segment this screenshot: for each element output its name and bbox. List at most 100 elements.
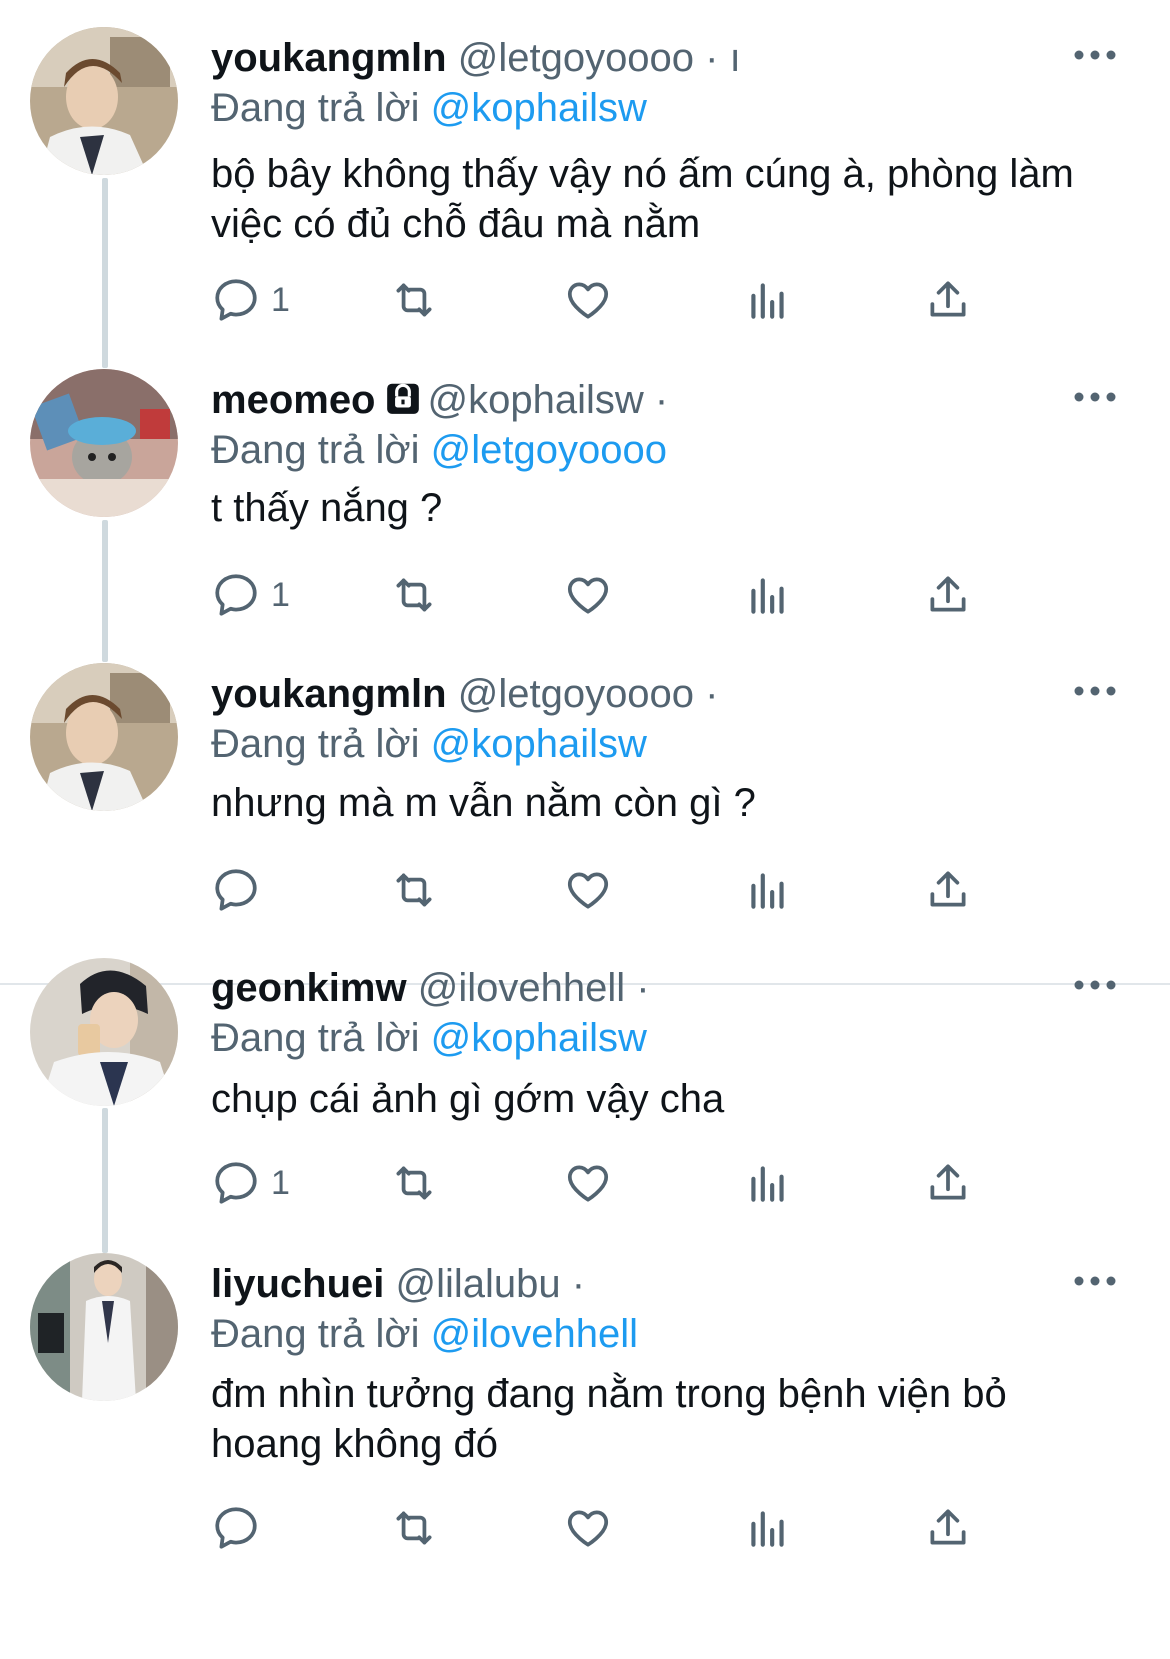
thread-line xyxy=(102,1108,108,1253)
reply-icon xyxy=(215,869,257,911)
like-button[interactable] xyxy=(563,1498,613,1558)
tweet-header: youkangmln @letgoyoooo · xyxy=(211,669,719,719)
user-avatar[interactable] xyxy=(30,663,178,811)
retweet-icon xyxy=(396,578,432,612)
analytics-icon xyxy=(751,1166,784,1202)
user-handle[interactable]: @kophailsw xyxy=(428,378,644,422)
display-name[interactable]: meomeo xyxy=(211,378,376,422)
reply-button[interactable]: 1 xyxy=(211,1153,290,1213)
doctor-photo-avatar-icon xyxy=(30,663,178,811)
reply-button[interactable]: 1 xyxy=(211,270,290,330)
more-options-icon[interactable] xyxy=(1072,683,1118,699)
like-button[interactable] xyxy=(563,270,613,330)
meta-separator: · xyxy=(705,672,719,716)
retweet-icon xyxy=(396,1166,432,1200)
tweet-actions: 1 xyxy=(211,565,1031,625)
retweet-button[interactable] xyxy=(389,565,439,625)
mention-link[interactable]: @kophailsw xyxy=(431,722,647,766)
more-options-icon[interactable] xyxy=(1072,977,1118,993)
doctor-drinking-avatar-icon xyxy=(30,958,178,1106)
like-button[interactable] xyxy=(563,565,613,625)
display-name[interactable]: youkangmln xyxy=(211,36,447,80)
tweet-text: nhưng mà m vẫn nằm còn gì ? xyxy=(211,781,756,825)
heart-icon xyxy=(567,577,609,614)
analytics-button[interactable] xyxy=(743,1498,793,1558)
user-handle[interactable]: @lilalubu xyxy=(396,1262,561,1306)
retweet-icon xyxy=(396,1511,432,1545)
replying-to-label: Đang trả lời xyxy=(211,428,420,472)
doctor-standing-avatar-icon xyxy=(30,1253,178,1401)
reply-button[interactable]: 1 xyxy=(211,565,290,625)
analytics-button[interactable] xyxy=(743,860,793,920)
reply-button[interactable] xyxy=(211,860,271,920)
tweet-header: liyuchuei @lilalubu · xyxy=(211,1259,585,1309)
thread-line xyxy=(102,178,108,368)
retweet-button[interactable] xyxy=(389,1153,439,1213)
display-name[interactable]: youkangmln xyxy=(211,672,447,716)
user-avatar[interactable] xyxy=(30,27,178,175)
like-button[interactable] xyxy=(563,1153,613,1213)
tweet-text: bộ bây không thấy vậy nó ấm cúng à, phòn… xyxy=(211,152,1074,246)
lock-icon xyxy=(386,384,419,415)
tweet-actions: 1 xyxy=(211,270,1031,330)
analytics-icon xyxy=(751,578,784,614)
user-avatar[interactable] xyxy=(30,1253,178,1401)
heart-icon xyxy=(567,1165,609,1202)
reply-button[interactable] xyxy=(211,1498,271,1558)
share-button[interactable] xyxy=(923,860,973,920)
like-button[interactable] xyxy=(563,860,613,920)
mention-link[interactable]: @kophailsw xyxy=(431,1016,647,1060)
replying-to: Đang trả lời @kophailsw xyxy=(211,719,647,769)
share-button[interactable] xyxy=(923,565,973,625)
user-avatar[interactable] xyxy=(30,369,178,517)
reply-icon xyxy=(215,1162,257,1204)
meta-separator: · xyxy=(571,1262,586,1306)
replying-to: Đang trả lời @letgoyoooo xyxy=(211,425,667,475)
reply-count: 1 xyxy=(271,575,290,614)
replying-to: Đang trả lời @ilovehhell xyxy=(211,1309,638,1359)
analytics-icon xyxy=(751,873,784,909)
analytics-icon xyxy=(751,1511,784,1547)
tweet-actions xyxy=(211,1498,1031,1558)
doctor-photo-avatar-icon xyxy=(30,27,178,175)
share-icon xyxy=(930,281,966,317)
mention-link[interactable]: @kophailsw xyxy=(431,86,647,130)
user-handle[interactable]: @letgoyoooo xyxy=(458,672,694,716)
tweet-text: t thấy nắng ? xyxy=(211,486,443,530)
more-options-icon[interactable] xyxy=(1072,47,1118,63)
user-avatar[interactable] xyxy=(30,958,178,1106)
user-handle[interactable]: @ilovehhell xyxy=(418,966,625,1010)
retweet-icon xyxy=(396,283,432,317)
reply-icon xyxy=(215,1507,257,1549)
share-icon xyxy=(930,871,966,907)
retweet-button[interactable] xyxy=(389,860,439,920)
cat-photo-avatar-icon xyxy=(30,369,178,517)
display-name[interactable]: geonkimw xyxy=(211,966,407,1010)
analytics-button[interactable] xyxy=(743,1153,793,1213)
share-button[interactable] xyxy=(923,1498,973,1558)
tweet-text: chụp cái ảnh gì gớm vậy cha xyxy=(211,1077,725,1121)
reply-count: 1 xyxy=(271,280,290,319)
heart-icon xyxy=(567,1510,609,1547)
replying-to-label: Đang trả lời xyxy=(211,1016,420,1060)
retweet-icon xyxy=(396,873,432,907)
user-handle[interactable]: @letgoyoooo xyxy=(458,36,694,80)
analytics-button[interactable] xyxy=(743,565,793,625)
retweet-button[interactable] xyxy=(389,270,439,330)
retweet-button[interactable] xyxy=(389,1498,439,1558)
share-icon xyxy=(930,1509,966,1545)
display-name[interactable]: liyuchuei xyxy=(211,1262,384,1306)
mention-link[interactable]: @ilovehhell xyxy=(431,1312,638,1356)
share-icon xyxy=(930,576,966,612)
share-button[interactable] xyxy=(923,1153,973,1213)
share-button[interactable] xyxy=(923,270,973,330)
replying-to-label: Đang trả lời xyxy=(211,1312,420,1356)
more-options-icon[interactable] xyxy=(1072,1273,1118,1289)
tweet-actions xyxy=(211,860,1031,920)
analytics-icon xyxy=(751,283,784,319)
more-options-icon[interactable] xyxy=(1072,389,1118,405)
heart-icon xyxy=(567,282,609,319)
analytics-button[interactable] xyxy=(743,270,793,330)
mention-link[interactable]: @letgoyoooo xyxy=(431,428,667,472)
thread-line xyxy=(102,520,108,662)
